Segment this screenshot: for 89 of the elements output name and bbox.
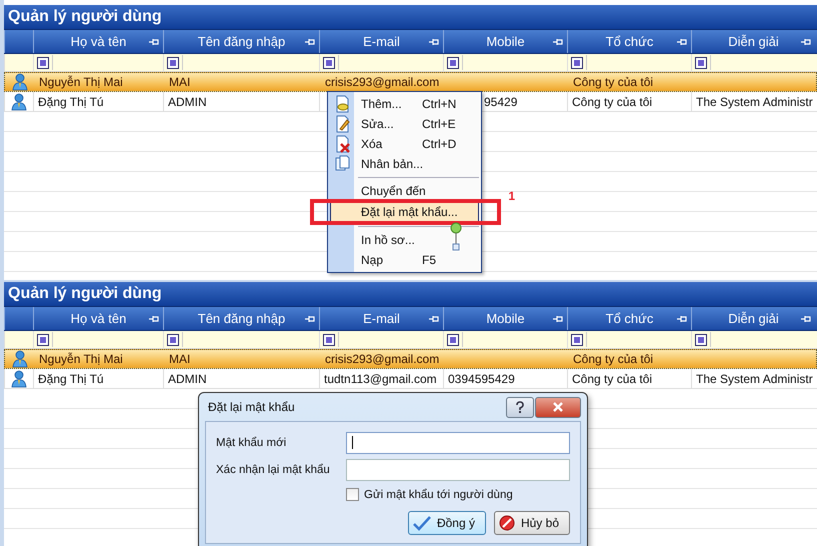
table-cell: 0394595429 bbox=[443, 369, 567, 388]
document-icon bbox=[334, 95, 350, 113]
column-header[interactable]: Tên đăng nhập bbox=[163, 307, 319, 330]
user-icon bbox=[11, 370, 27, 388]
filter-button[interactable] bbox=[167, 334, 179, 346]
pin-icon bbox=[304, 314, 315, 324]
table-cell-text: crisis293@gmail.com bbox=[324, 74, 440, 91]
column-header[interactable]: Họ và tên bbox=[33, 307, 163, 330]
filter-button[interactable] bbox=[447, 334, 459, 346]
table-cell-text: Công ty của tôi bbox=[572, 351, 654, 368]
pin-icon bbox=[428, 314, 439, 324]
annotation-number: 1 bbox=[508, 189, 515, 203]
column-header[interactable]: Mobile bbox=[443, 30, 567, 53]
table-cell-text: Nguyễn Thị Mai bbox=[38, 351, 124, 368]
table-cell: ADMIN bbox=[163, 369, 319, 388]
cancel-icon bbox=[498, 515, 515, 531]
column-header[interactable]: E-mail bbox=[319, 307, 443, 330]
help-icon bbox=[515, 401, 525, 413]
help-button[interactable] bbox=[506, 396, 534, 418]
input-field[interactable] bbox=[346, 432, 570, 454]
table-cell-text: Công ty của tôi bbox=[572, 74, 654, 91]
pin-icon bbox=[148, 37, 159, 47]
pin-icon bbox=[552, 37, 563, 47]
field-label: Mật khẩu mới bbox=[216, 437, 288, 449]
copy-icon bbox=[334, 155, 350, 173]
check-icon bbox=[412, 515, 431, 531]
filter-button[interactable] bbox=[37, 334, 49, 346]
cancel-button[interactable]: Hủy bỏ bbox=[494, 511, 570, 535]
table-cell-text: Nguyễn Thị Mai bbox=[38, 74, 124, 91]
dialog-title: Đặt lại mật khẩu bbox=[207, 400, 296, 414]
pin-icon bbox=[676, 37, 687, 47]
delete-icon bbox=[334, 135, 350, 153]
pin-icon bbox=[304, 37, 315, 47]
filter-button[interactable] bbox=[695, 334, 707, 346]
close-button[interactable] bbox=[535, 396, 581, 418]
pin-icon bbox=[800, 314, 811, 324]
user-icon bbox=[12, 73, 28, 91]
menu-item[interactable]: Nhân bản... bbox=[330, 154, 479, 174]
pin-icon bbox=[552, 314, 563, 324]
menu-item[interactable]: In hồ sơ... bbox=[330, 230, 479, 250]
column-header[interactable]: Diễn giải bbox=[691, 307, 815, 330]
user-icon bbox=[12, 350, 28, 368]
table-cell: ADMIN bbox=[163, 92, 319, 111]
filter-button[interactable] bbox=[695, 56, 707, 68]
table-cell: tudtn113@gmail.com bbox=[319, 369, 443, 388]
filter-button[interactable] bbox=[323, 334, 335, 346]
menu-item[interactable]: Sửa... Ctrl+E bbox=[330, 114, 479, 134]
table-cell: Đặng Thị Tú bbox=[33, 92, 163, 111]
column-header[interactable]: Họ và tên bbox=[33, 30, 163, 53]
column-header[interactable]: Tổ chức bbox=[567, 30, 691, 53]
filter-button[interactable] bbox=[323, 56, 335, 68]
column-header[interactable]: Tổ chức bbox=[567, 307, 691, 330]
table-cell: Đặng Thị Tú bbox=[33, 369, 163, 388]
filter-button[interactable] bbox=[571, 334, 583, 346]
menu-item[interactable]: Nạp F5 bbox=[330, 250, 479, 270]
rotate-handle-drawing bbox=[450, 222, 462, 251]
selected-row[interactable]: Nguyễn Thị Mai MAI crisis293@gmail.com Công ty của tôi bbox=[4, 72, 817, 92]
ok-button[interactable]: Đồng ý bbox=[408, 511, 486, 535]
pin-icon bbox=[148, 314, 159, 324]
filter-button[interactable] bbox=[37, 56, 49, 68]
filter-button[interactable] bbox=[447, 56, 459, 68]
table-cell: The System Administr bbox=[691, 92, 815, 111]
column-header[interactable]: Tên đăng nhập bbox=[163, 30, 319, 53]
table-cell-text: MAI bbox=[168, 74, 192, 91]
table-cell-text: MAI bbox=[168, 351, 192, 368]
pin-icon bbox=[800, 37, 811, 47]
filter-button[interactable] bbox=[167, 56, 179, 68]
edit-icon bbox=[334, 115, 350, 133]
filter-button[interactable] bbox=[571, 56, 583, 68]
table-cell: Công ty của tôi bbox=[567, 369, 691, 388]
table-cell: Công ty của tôi bbox=[567, 92, 691, 111]
pin-icon bbox=[428, 37, 439, 47]
menu-item[interactable]: Chuyển đến bbox=[330, 181, 479, 201]
pin-icon bbox=[676, 314, 687, 324]
checkbox[interactable] bbox=[346, 488, 359, 501]
checkbox-label: Gửi mật khẩu tới người dùng bbox=[364, 488, 513, 500]
table-cell: The System Administr bbox=[691, 369, 815, 388]
column-header[interactable]: Diễn giải bbox=[691, 30, 815, 53]
table-cell-text: crisis293@gmail.com bbox=[324, 351, 440, 368]
input-field[interactable] bbox=[346, 459, 570, 481]
selected-row[interactable]: Nguyễn Thị Mai MAI crisis293@gmail.com Công ty của tôi bbox=[4, 349, 817, 369]
close-icon bbox=[552, 401, 564, 413]
user-icon bbox=[11, 92, 27, 110]
panel-title: Quản lý người dùng bbox=[4, 282, 817, 307]
field-label: Xác nhận lại mật khẩu bbox=[216, 464, 331, 476]
column-header[interactable]: E-mail bbox=[319, 30, 443, 53]
panel-title: Quản lý người dùng bbox=[4, 5, 817, 30]
column-header[interactable]: Mobile bbox=[443, 307, 567, 330]
menu-item[interactable]: Xóa Ctrl+D bbox=[330, 134, 479, 154]
